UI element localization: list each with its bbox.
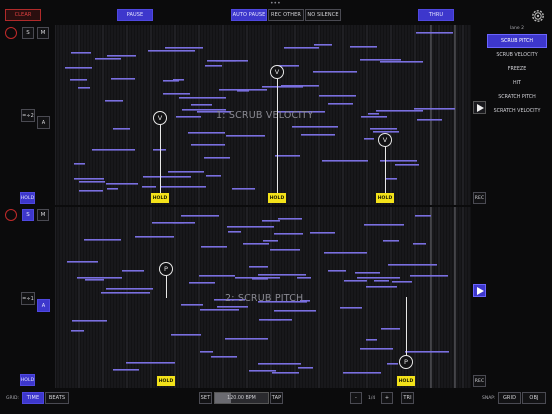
lane2-play-button[interactable] [473, 284, 486, 297]
lane2-hold-button[interactable]: HOLD [20, 374, 35, 386]
play-icon [476, 286, 484, 295]
lane1-play-button[interactable] [473, 101, 486, 114]
lane1-area[interactable]: 1: SCRUB VELOCITY V V V HOLD HOLD HOLD [55, 25, 471, 205]
gear-icon [532, 10, 544, 22]
lane1-marker-2[interactable]: V [270, 65, 284, 79]
lane-type-item-freeze[interactable]: FREEZE [487, 62, 547, 76]
settings-button[interactable] [530, 8, 546, 24]
lane-type-list: SCRUB PITCH SCRUB VELOCITY FREEZE HIT SC… [487, 34, 547, 118]
snap-label: SNAP: [482, 396, 496, 401]
no-silence-button[interactable]: NO SILENCE [305, 9, 341, 21]
lane1-hold-marker-1[interactable]: HOLD [151, 193, 169, 203]
pause-button[interactable]: PAUSE [117, 9, 153, 21]
lane-type-item-scratch-pitch[interactable]: SCRATCH PITCH [487, 90, 547, 104]
grid-label: GRID: [6, 396, 19, 401]
lane1-marker-3[interactable]: V [378, 133, 392, 147]
set-button[interactable]: SET [199, 392, 212, 404]
lane-type-item-scrub-velocity[interactable]: SCRUB VELOCITY [487, 48, 547, 62]
lane2-hold-marker-2[interactable]: HOLD [397, 376, 415, 386]
lane1-marker-1[interactable]: V [153, 111, 167, 125]
lane2-ratio-button[interactable]: =÷1 [21, 292, 35, 305]
clear-button[interactable]: CLEAR [5, 9, 41, 21]
triplet-button[interactable]: TRI [401, 392, 414, 404]
lane1-hold-marker-3[interactable]: HOLD [376, 193, 394, 203]
lane2-marker-2[interactable]: P [399, 355, 413, 369]
lane1-solo-button[interactable]: S [22, 27, 34, 39]
lane-type-item-scrub-pitch[interactable]: SCRUB PITCH [487, 34, 547, 48]
lane-type-item-scratch-velocity[interactable]: SCRATCH VELOCITY [487, 104, 547, 118]
lane-type-item-hit[interactable]: HIT [487, 76, 547, 90]
lane1-rec-button[interactable]: REC [473, 192, 486, 204]
lane2-a-button[interactable]: A [37, 299, 50, 312]
auto-pause-button[interactable]: AUTO PAUSE [231, 9, 267, 21]
lane2-area[interactable]: 2: SCRUB PITCH P P HOLD HOLD [55, 207, 471, 388]
lane1-a-button[interactable]: A [37, 116, 50, 129]
lane2-solo-button[interactable]: S [22, 209, 34, 221]
bpm-field[interactable]: 120.00 BPM [214, 392, 269, 404]
dots-indicator: ••• [270, 0, 281, 7]
lane2-mute-button[interactable]: M [37, 209, 49, 221]
bpm-value: 120.00 BPM [227, 396, 256, 401]
lane1-mute-button[interactable]: M [37, 27, 49, 39]
lane2-hold-marker-1[interactable]: HOLD [157, 376, 175, 386]
panel-header: lane 2 [510, 26, 524, 31]
lane2-title: 2: SCRUB PITCH [225, 293, 304, 304]
tap-button[interactable]: TAP [270, 392, 283, 404]
lane1-ratio-button[interactable]: =÷2 [21, 109, 35, 122]
grid-time-button[interactable]: TIME [22, 392, 44, 404]
lane2-record-toggle[interactable] [5, 209, 17, 221]
lane1-hold-marker-2[interactable]: HOLD [268, 193, 286, 203]
lane2-rec-button[interactable]: REC [473, 375, 486, 387]
grid-beats-button[interactable]: BEATS [45, 392, 69, 404]
lane1-title: 1: SCRUB VELOCITY [216, 110, 314, 121]
lane1-hold-button[interactable]: HOLD [20, 192, 35, 204]
grid-fraction: 1/4 [368, 396, 376, 401]
rec-other-button[interactable]: REC OTHER [268, 9, 304, 21]
increment-button[interactable]: + [381, 392, 393, 404]
lane1-record-toggle[interactable] [5, 27, 17, 39]
snap-grid-button[interactable]: GRID [498, 392, 521, 404]
snap-obj-button[interactable]: OBJ [522, 392, 546, 404]
thru-button[interactable]: THRU [418, 9, 454, 21]
lane2-marker-1[interactable]: P [159, 262, 173, 276]
decrement-button[interactable]: - [350, 392, 362, 404]
play-icon [476, 103, 484, 112]
